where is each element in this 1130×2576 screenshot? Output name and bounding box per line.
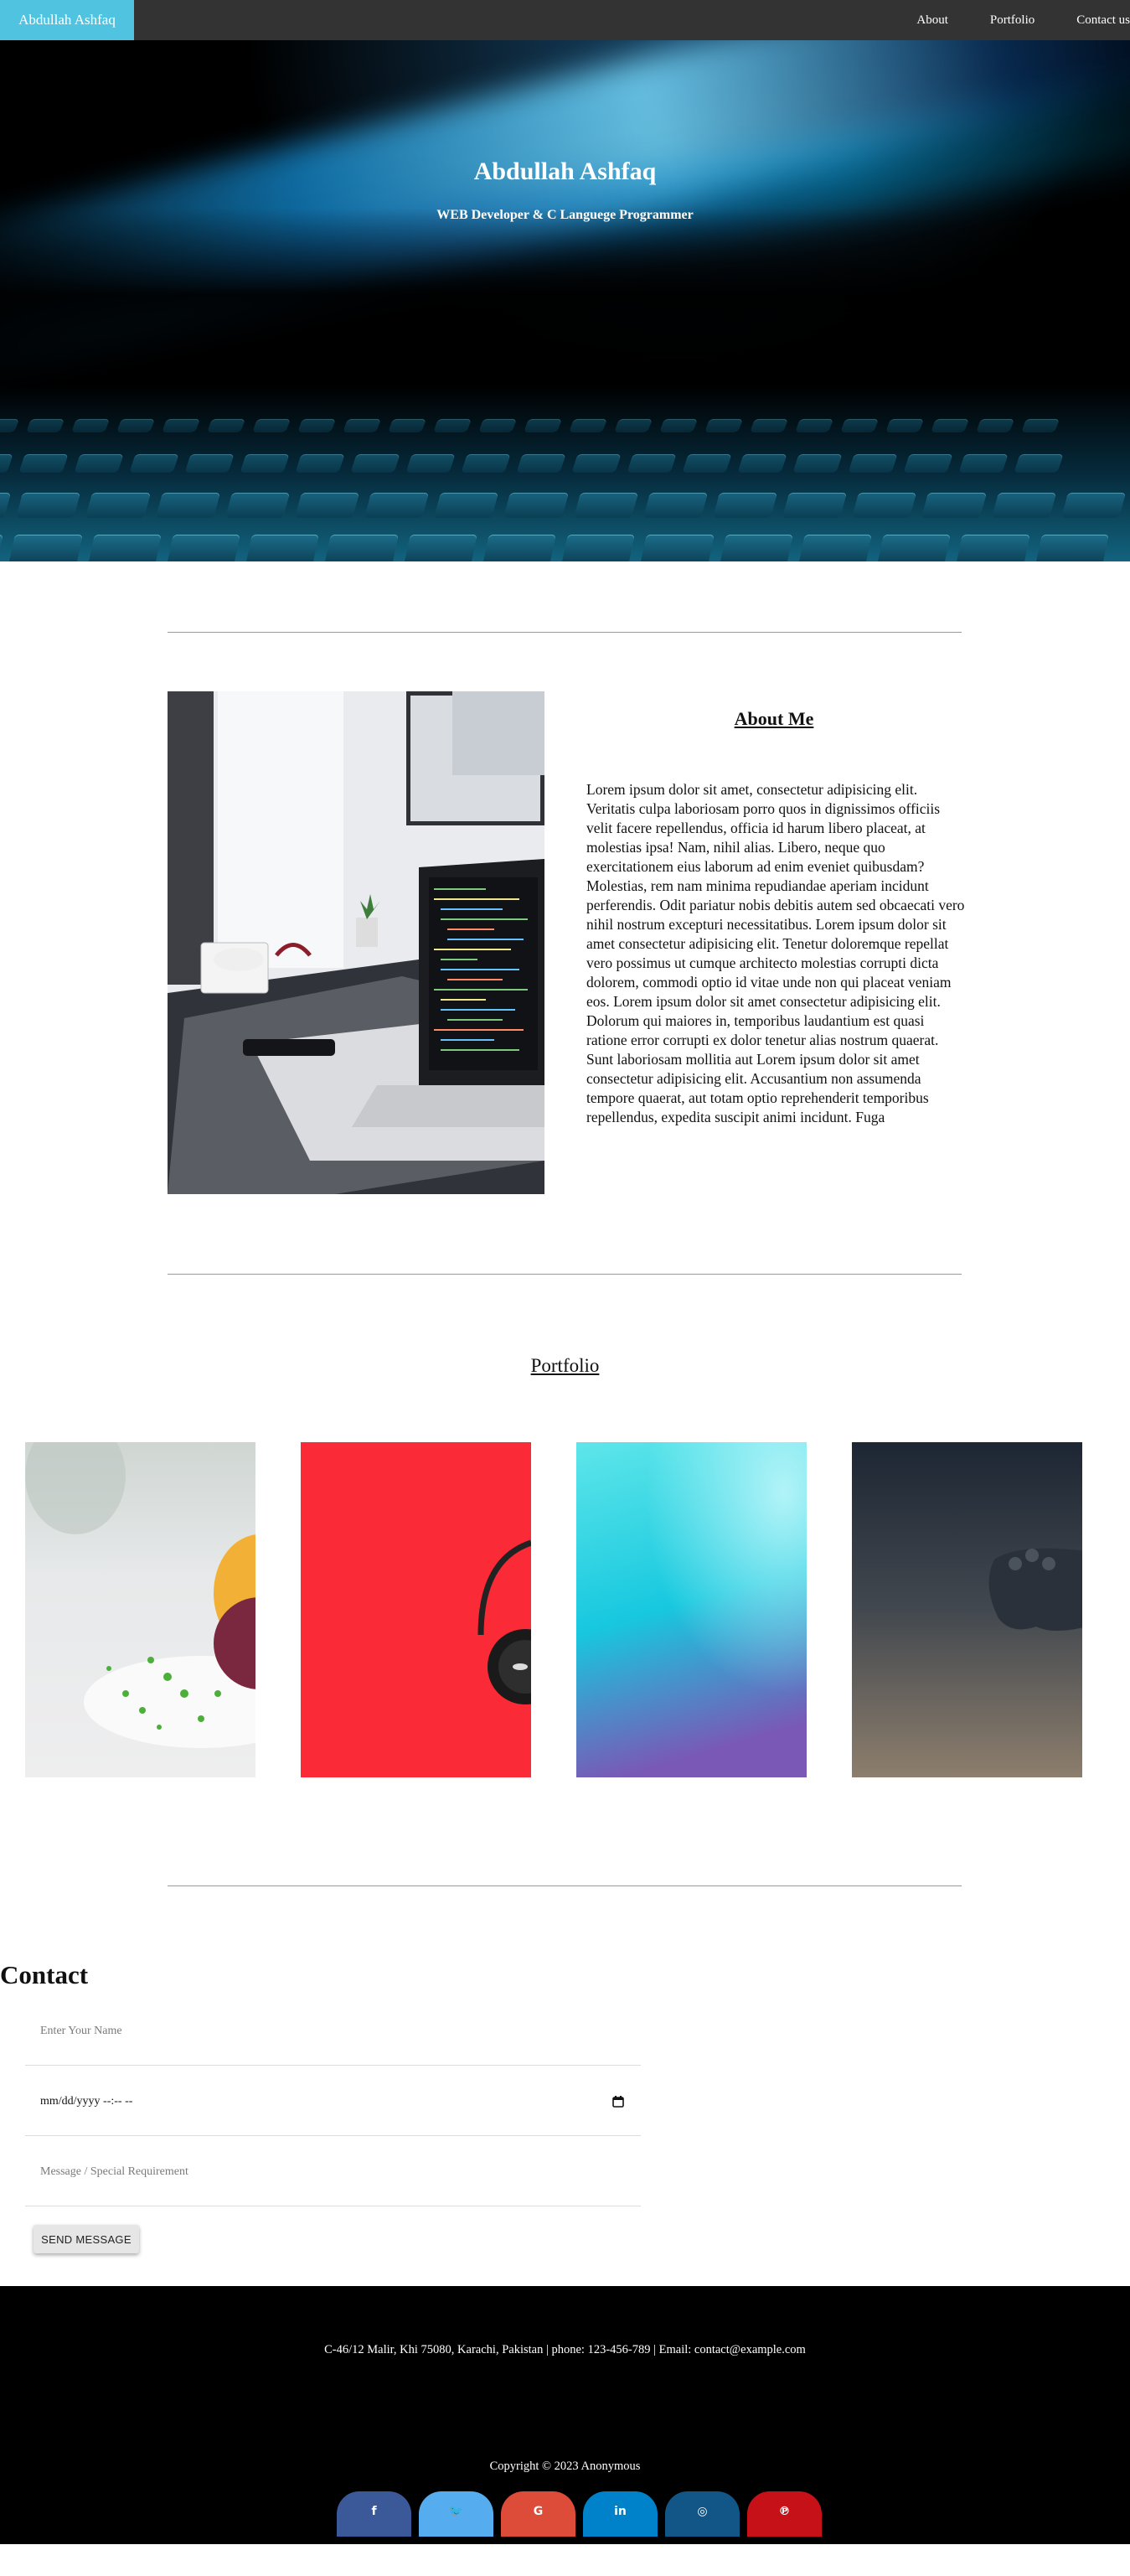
hero-subtitle: WEB Developer & C Languege Programmer (436, 208, 694, 222)
social-links: f 🐦 G in ◎ ℗ (337, 2491, 822, 2537)
about-workspace-image (168, 691, 544, 1194)
message-field-row (25, 2136, 641, 2206)
nav-link-contact[interactable]: Contact us (1076, 13, 1130, 28)
about-text: Lorem ipsum dolor sit amet, consectetur … (586, 781, 965, 1125)
about-section: About Me Lorem ipsum dolor sit amet, con… (0, 691, 1130, 1194)
datetime-field-row: mm/dd/yyyy --:-- -- (25, 2066, 641, 2136)
hero-keyboard-image (0, 385, 1130, 561)
footer-address: C-46/12 Malir, Khi 75080, Karachi, Pakis… (324, 2343, 806, 2356)
hero-banner: Abdullah Ashfaq WEB Developer & C Langue… (0, 40, 1130, 561)
name-input[interactable] (25, 2019, 641, 2044)
footer-copyright: Copyright © 2023 Anonymous (489, 2460, 641, 2473)
nav-links: About Portfolio Contact us (875, 0, 1130, 40)
portfolio-item-gamepad[interactable] (852, 1442, 1082, 1777)
datetime-input[interactable]: mm/dd/yyyy --:-- -- (25, 2089, 641, 2114)
portfolio-grid (0, 1442, 1130, 1777)
brand-link[interactable]: Abdullah Ashfaq (0, 0, 134, 40)
message-input[interactable] (25, 2160, 641, 2185)
contact-form: mm/dd/yyyy --:-- -- SEND MESSAGE (25, 1995, 641, 2253)
contact-title: Contact (0, 1960, 89, 1989)
about-title: About Me (734, 708, 814, 729)
nav-link-portfolio[interactable]: Portfolio (990, 13, 1035, 28)
portfolio-item-food[interactable] (25, 1442, 255, 1777)
hero-title: Abdullah Ashfaq (473, 158, 657, 185)
nav-link-about[interactable]: About (916, 13, 948, 28)
portfolio-title: Portfolio (530, 1355, 600, 1376)
hero-text: Abdullah Ashfaq WEB Developer & C Langue… (0, 158, 1130, 223)
linkedin-icon[interactable]: in (583, 2491, 658, 2537)
navbar: Abdullah Ashfaq About Portfolio Contact … (0, 0, 1130, 40)
twitter-icon[interactable]: 🐦 (419, 2491, 493, 2537)
calendar-icon[interactable] (612, 2096, 624, 2108)
send-message-button[interactable]: SEND MESSAGE (34, 2225, 139, 2253)
instagram-icon[interactable]: ◎ (665, 2491, 740, 2537)
google-icon[interactable]: G (501, 2491, 575, 2537)
portfolio-item-gradient[interactable] (576, 1442, 807, 1777)
pinterest-icon[interactable]: ℗ (747, 2491, 822, 2537)
name-field-row (25, 1995, 641, 2066)
portfolio-item-headphones[interactable] (301, 1442, 531, 1777)
facebook-icon[interactable]: f (337, 2491, 411, 2537)
footer: C-46/12 Malir, Khi 75080, Karachi, Pakis… (0, 2286, 1130, 2544)
